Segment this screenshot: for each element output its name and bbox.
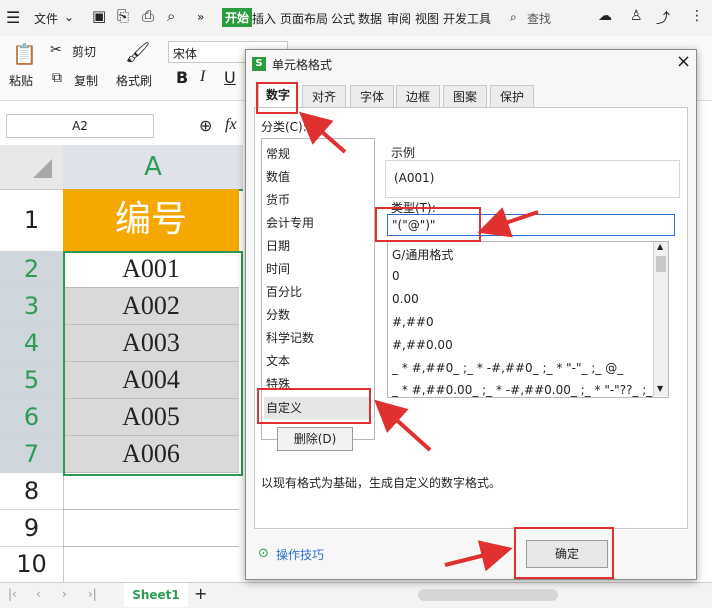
arrow-to-ok-button (444, 540, 513, 572)
arrow-to-custom-category (374, 399, 432, 452)
arrow-to-number-tab (298, 111, 347, 154)
arrow-to-type-input (477, 207, 539, 238)
annotation-arrows (298, 111, 539, 572)
